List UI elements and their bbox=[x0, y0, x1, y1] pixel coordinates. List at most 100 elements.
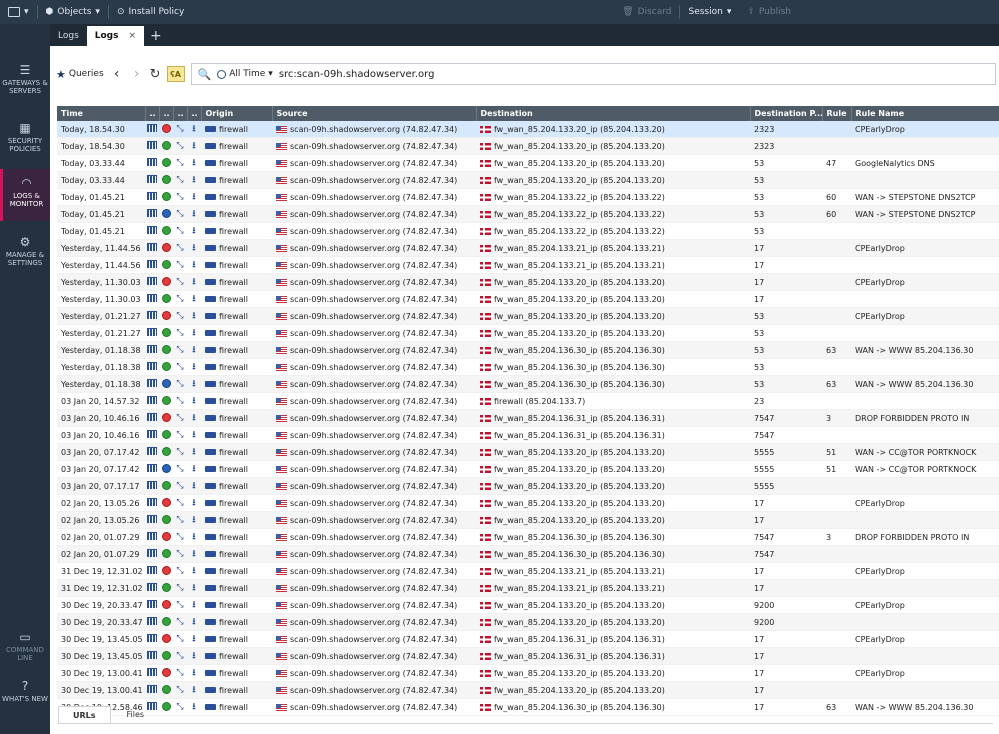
query-syntax-icon[interactable]: ʕA bbox=[166, 66, 185, 82]
new-tab-button[interactable]: + bbox=[144, 26, 168, 46]
destination-text: fw_wan_85.204.136.30_ip (85.204.136.30) bbox=[494, 532, 665, 542]
table-row[interactable]: 02 Jan 20, 01.07.29 ⤡ ⭳ firewall scan-09h.sh… bbox=[57, 528, 999, 546]
sidebar-item-security[interactable]: ▦ SECURITY POLICIES bbox=[0, 122, 50, 153]
cell-action bbox=[159, 324, 173, 342]
app-menu-button[interactable]: ▾ bbox=[0, 0, 37, 24]
column-header-destination-port[interactable]: Destination P... bbox=[750, 106, 823, 121]
tab-urls[interactable]: URLs bbox=[58, 706, 111, 724]
column-header-time[interactable]: Time bbox=[57, 106, 146, 121]
table-row[interactable]: 30 Dec 19, 13.00.41 ⤡ ⭳ firewall scan-09h.sh… bbox=[57, 681, 999, 699]
download-icon: ⭳ bbox=[192, 362, 196, 372]
column-header-source[interactable]: Source bbox=[272, 106, 477, 121]
table-row[interactable]: 30 Dec 19, 13.45.05 ⤡ ⭳ firewall scan-09h.sh… bbox=[57, 630, 999, 648]
search-input[interactable] bbox=[278, 68, 989, 80]
table-row[interactable]: Yesterday, 01.18.38 ⤡ ⭳ firewall scan-09h.sh… bbox=[57, 375, 999, 393]
cell-blade: ⤡ bbox=[173, 613, 187, 631]
publish-button[interactable]: ⇪ Publish bbox=[739, 0, 799, 24]
table-row[interactable]: Yesterday, 11.44.56 ⤡ ⭳ firewall scan-09h.sh… bbox=[57, 256, 999, 274]
back-arrow-icon[interactable]: ‹ bbox=[110, 66, 124, 82]
table-row[interactable]: Yesterday, 11.44.56 ⤡ ⭳ firewall scan-09h.sh… bbox=[57, 239, 999, 257]
table-row[interactable]: 03 Jan 20, 14.57.32 ⤡ ⭳ firewall scan-09h.sh… bbox=[57, 392, 999, 410]
cell-origin: firewall bbox=[201, 222, 272, 240]
source-text: scan-09h.shadowserver.org (74.82.47.34) bbox=[290, 328, 458, 338]
table-row[interactable]: Today, 18.54.30 ⤡ ⭳ firewall scan-09h.shadow… bbox=[57, 121, 999, 138]
cell-destination-port: 53 bbox=[750, 375, 822, 393]
cell-source: scan-09h.shadowserver.org (74.82.47.34) bbox=[272, 392, 476, 410]
cell-origin: firewall bbox=[201, 596, 272, 614]
table-row[interactable]: Today, 01.45.21 ⤡ ⭳ firewall scan-09h.shadow… bbox=[57, 222, 999, 240]
table-row[interactable]: 30 Dec 19, 12.58.46⤡⭳firewallscan-09h.sh… bbox=[57, 698, 999, 716]
table-row[interactable]: 03 Jan 20, 07.17.42 ⤡ ⭳ firewall scan-09h.sh… bbox=[57, 443, 999, 461]
cell-blade: ⤡ bbox=[173, 154, 187, 172]
cell-rule-name: CPEarlyDrop bbox=[851, 664, 999, 682]
tab-files[interactable]: Files bbox=[113, 706, 159, 724]
table-row[interactable]: Yesterday, 11.30.03 ⤡ ⭳ firewall scan-09h.sh… bbox=[57, 273, 999, 291]
table-row[interactable]: Today, 01.45.21 ⤡ ⭳ firewall scan-09h.shadow… bbox=[57, 188, 999, 206]
column-header-extra[interactable]: .. bbox=[187, 106, 202, 121]
sidebar-item-manage[interactable]: ⚙ MANAGE & SETTINGS bbox=[0, 236, 50, 267]
close-icon[interactable]: × bbox=[128, 31, 136, 41]
cell-source: scan-09h.shadowserver.org (74.82.47.34) bbox=[272, 222, 476, 240]
column-header-rule-name[interactable]: Rule Name bbox=[851, 106, 999, 121]
table-row[interactable]: Yesterday, 01.21.27 ⤡ ⭳ firewall scan-09h.sh… bbox=[57, 307, 999, 325]
sidebar-item-command-line[interactable]: ▭ COMMAND LINE bbox=[0, 631, 50, 662]
cell-extra: ⭳ bbox=[187, 137, 201, 155]
table-row[interactable]: 03 Jan 20, 07.17.42 ⤡ ⭳ firewall scan-09h.sh… bbox=[57, 460, 999, 478]
cell-rule: 60 bbox=[822, 188, 851, 206]
sidebar-item-logs[interactable]: ◠ LOGS & MONITOR bbox=[0, 169, 50, 221]
connection-icon: ⤡ bbox=[176, 583, 184, 593]
discard-button[interactable]: 🗑 Discard bbox=[614, 0, 679, 24]
column-header-action[interactable]: .. bbox=[159, 106, 174, 121]
dk-flag-icon bbox=[480, 346, 491, 354]
table-row[interactable]: 30 Dec 19, 20.33.47 ⤡ ⭳ firewall scan-09h.sh… bbox=[57, 613, 999, 631]
cell-action bbox=[159, 290, 173, 308]
cell-destination: fw_wan_85.204.133.20_ip (85.204.133.20) bbox=[476, 137, 750, 155]
table-row[interactable]: 30 Dec 19, 13.00.41 ⤡ ⭳ firewall scan-09h.sh… bbox=[57, 664, 999, 682]
table-row[interactable]: 30 Dec 19, 13.45.05 ⤡ ⭳ firewall scan-09h.sh… bbox=[57, 647, 999, 665]
table-row[interactable]: 30 Dec 19, 20.33.47 ⤡ ⭳ firewall scan-09h.sh… bbox=[57, 596, 999, 614]
table-row[interactable]: Yesterday, 01.18.38 ⤡ ⭳ firewall scan-09h.sh… bbox=[57, 358, 999, 376]
column-header-blade[interactable]: .. bbox=[173, 106, 188, 121]
cell-action bbox=[159, 239, 173, 257]
cell-type bbox=[145, 121, 159, 138]
plus-icon: + bbox=[150, 28, 162, 44]
objects-menu-button[interactable]: ⬢ Objects ▾ bbox=[38, 0, 108, 24]
connection-icon: ⤡ bbox=[176, 260, 184, 270]
table-row[interactable]: 02 Jan 20, 01.07.29 ⤡ ⭳ firewall scan-09h.sh… bbox=[57, 545, 999, 563]
cell-destination-port: 9200 bbox=[750, 613, 822, 631]
tab-logs-1[interactable]: Logs bbox=[50, 26, 87, 46]
queries-button[interactable]: ★ Queries bbox=[56, 68, 104, 81]
table-row[interactable]: 31 Dec 19, 12.31.02 ⤡ ⭳ firewall scan-09h.sh… bbox=[57, 562, 999, 580]
forward-arrow-icon[interactable]: › bbox=[130, 66, 144, 82]
column-header-destination[interactable]: Destination bbox=[476, 106, 751, 121]
sidebar-item-gateways[interactable]: ☰ GATEWAYS & SERVERS bbox=[0, 64, 50, 95]
table-row[interactable]: Today, 18.54.30 ⤡ ⭳ firewall scan-09h.shadow… bbox=[57, 137, 999, 155]
cell-type bbox=[145, 545, 159, 563]
column-header-origin[interactable]: Origin bbox=[201, 106, 273, 121]
column-header-rule[interactable]: Rule bbox=[822, 106, 852, 121]
table-row[interactable]: Yesterday, 11.30.03 ⤡ ⭳ firewall scan-09h.sh… bbox=[57, 290, 999, 308]
table-row[interactable]: 02 Jan 20, 13.05.26 ⤡ ⭳ firewall scan-09h.sh… bbox=[57, 494, 999, 512]
table-row[interactable]: 03 Jan 20, 10.46.16 ⤡ ⭳ firewall scan-09h.sh… bbox=[57, 426, 999, 444]
sidebar-item-whats-new[interactable]: ? WHAT'S NEW bbox=[0, 680, 50, 703]
table-row[interactable]: 31 Dec 19, 12.31.02 ⤡ ⭳ firewall scan-09h.sh… bbox=[57, 579, 999, 597]
origin-text: firewall bbox=[219, 362, 248, 372]
cell-source: scan-09h.shadowserver.org (74.82.47.34) bbox=[272, 562, 476, 580]
session-menu-button[interactable]: Session ▾ bbox=[680, 0, 739, 24]
refresh-icon[interactable]: ↻ bbox=[150, 67, 161, 82]
cell-source: scan-09h.shadowserver.org (74.82.47.34) bbox=[272, 358, 476, 376]
tab-logs-2[interactable]: Logs × bbox=[86, 26, 145, 46]
table-row[interactable]: 02 Jan 20, 13.05.26 ⤡ ⭳ firewall scan-09h.sh… bbox=[57, 511, 999, 529]
clock-icon bbox=[217, 69, 227, 79]
column-header-type[interactable]: .. bbox=[145, 106, 160, 121]
table-row[interactable]: 03 Jan 20, 10.46.16 ⤡ ⭳ firewall scan-09h.sh… bbox=[57, 409, 999, 427]
time-filter-dropdown[interactable]: All Time ▾ bbox=[217, 69, 273, 79]
install-policy-button[interactable]: ⊙ Install Policy bbox=[109, 0, 192, 24]
table-row[interactable]: Today, 03.33.44 ⤡ ⭳ firewall scan-09h.shadow… bbox=[57, 154, 999, 172]
table-row[interactable]: Today, 01.45.21 ⤡ ⭳ firewall scan-09h.shadow… bbox=[57, 205, 999, 223]
table-row[interactable]: Yesterday, 01.18.38 ⤡ ⭳ firewall scan-09h.sh… bbox=[57, 341, 999, 359]
table-row[interactable]: Yesterday, 01.21.27 ⤡ ⭳ firewall scan-09h.sh… bbox=[57, 324, 999, 342]
destination-text: fw_wan_85.204.133.20_ip (85.204.133.20) bbox=[494, 141, 665, 151]
table-row[interactable]: 03 Jan 20, 07.17.17 ⤡ ⭳ firewall scan-09h.sh… bbox=[57, 477, 999, 495]
table-row[interactable]: Today, 03.33.44 ⤡ ⭳ firewall scan-09h.shadow… bbox=[57, 171, 999, 189]
